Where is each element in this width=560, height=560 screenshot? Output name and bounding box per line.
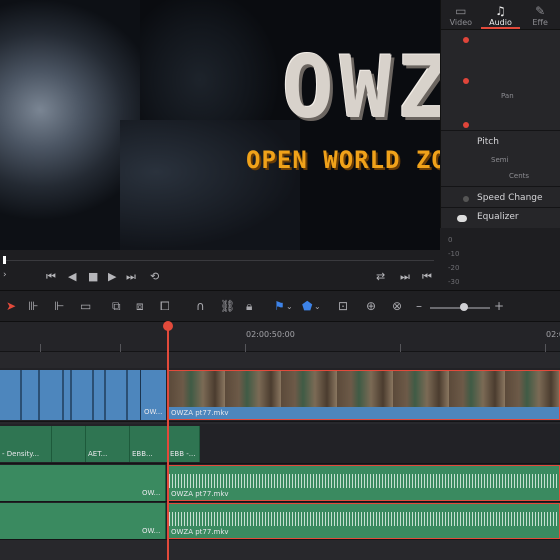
timecode-label-2: 02:0 — [546, 330, 560, 339]
stop-icon[interactable]: ■ — [88, 270, 98, 283]
video-frame-face — [0, 0, 300, 250]
video-clip-main-label: OWZA pt77.mkv — [171, 409, 229, 417]
overwrite-clip-icon[interactable]: ⧈ — [136, 299, 144, 314]
loop-icon[interactable]: ⟲ — [150, 270, 159, 283]
adjustment-clip-1[interactable]: - Density... — [0, 426, 52, 462]
timeline-playhead[interactable] — [167, 322, 169, 560]
audio-clip-a1-main-label: OWZA pt77.mkv — [171, 490, 229, 498]
marker-icon[interactable]: ⬟ — [302, 299, 312, 313]
semi-label: Semi — [491, 156, 509, 164]
eq-scale-10: -10 — [448, 250, 460, 258]
adjustment-clip-5[interactable]: EBB -... — [168, 426, 200, 462]
audio-clip-a1-main[interactable]: OWZA pt77.mkv — [168, 465, 560, 501]
adjustment-clip-4[interactable]: EBB... — [130, 426, 168, 462]
video-icon: ▭ — [455, 4, 467, 18]
zoom-out-button[interactable]: – — [416, 299, 422, 313]
snapping-icon[interactable]: ∩ — [196, 299, 205, 313]
next-marker-icon[interactable]: ⏭ — [400, 270, 410, 284]
tab-audio[interactable]: ♫ Audio — [480, 0, 521, 29]
adjustment-clip-5-label: EBB -... — [170, 450, 196, 458]
audio-clip-a2-left-label: OW... — [142, 527, 161, 535]
tab-video-label: Video — [449, 18, 473, 27]
audio-waveform-2 — [169, 512, 559, 526]
play-icon[interactable]: ▶ — [108, 270, 116, 283]
replace-clip-icon[interactable]: ⧠ — [160, 299, 170, 314]
play-reverse-icon[interactable]: ◀ — [68, 270, 76, 283]
match-frame-icon[interactable]: ⇄ — [376, 270, 385, 283]
pan-keyframe-dot[interactable] — [463, 78, 469, 84]
eq-scale-0: 0 — [448, 236, 453, 244]
audio-clip-a2-left[interactable]: OW... — [0, 503, 166, 539]
volume-keyframe-dot[interactable] — [463, 37, 469, 43]
playhead-handle[interactable] — [163, 321, 173, 331]
lock-icon[interactable]: 🔒︎ — [246, 299, 252, 314]
pan-label: Pan — [501, 92, 514, 100]
video-clip-short-label: OW... — [144, 408, 163, 416]
speed-change-label: Speed Change — [477, 193, 543, 203]
audio-clip-a2-main-label: OWZA pt77.mkv — [171, 528, 229, 536]
timecode-label: 02:00:50:00 — [246, 330, 295, 339]
tab-effects-label: Effe — [532, 18, 548, 27]
link-icon[interactable]: ⛓ — [220, 299, 235, 313]
insert-clip-icon[interactable]: ⧉ — [112, 299, 121, 314]
skip-to-start-icon[interactable]: ⏮ — [46, 270, 56, 284]
timeline-ruler[interactable]: 02:00:50:00 02:0 — [0, 322, 560, 352]
cents-label: Cents — [509, 172, 530, 180]
detail-zoom-icon[interactable]: ⊕ — [366, 299, 376, 313]
adjustment-clip-2[interactable] — [52, 426, 86, 462]
eq-scale-30: -30 — [448, 278, 460, 286]
scrub-playhead[interactable] — [3, 256, 6, 264]
timeline-toolbar: ➤ ⊪ ⊩ ▭ ⧉ ⧈ ⧠ ∩ ⛓ 🔒︎ ⚑ ⌄ ⬟ ⌄ ⊡ ⊕ ⊗ – + — [0, 290, 560, 322]
adjustment-clip-4-label: EBB... — [132, 450, 153, 458]
adjustment-clip-3-label: AET... — [88, 450, 108, 458]
pitch-label: Pitch — [477, 137, 499, 147]
video-editor-window: OWZA OPEN WORLD ZOMBIE APOC ▭ Video ♫ Au… — [0, 0, 560, 560]
audio-clip-a1-left[interactable]: OW... — [0, 465, 166, 501]
pitch-keyframe-dot[interactable] — [463, 122, 469, 128]
prev-marker-icon[interactable]: ⏮ — [422, 270, 432, 284]
blade-tool-icon[interactable]: ▭ — [80, 299, 91, 313]
chevron-right-icon[interactable]: › — [3, 270, 7, 280]
inspector-tabs: ▭ Video ♫ Audio ✎ Effe — [441, 0, 560, 30]
tab-audio-label: Audio — [489, 18, 512, 27]
zoom-in-button[interactable]: + — [494, 299, 504, 313]
effects-icon: ✎ — [535, 4, 546, 18]
video-clip-main[interactable]: OWZA pt77.mkv — [168, 370, 560, 420]
trim-tool-icon[interactable]: ⊪ — [28, 299, 38, 313]
video-clip-short[interactable]: OW... — [140, 370, 166, 420]
adjustment-clip-1-label: - Density... — [2, 450, 40, 458]
zoom-slider-knob[interactable] — [460, 303, 468, 311]
preview-viewer[interactable]: OWZA OPEN WORLD ZOMBIE APOC — [0, 0, 440, 250]
eq-scale-20: -20 — [448, 264, 460, 272]
flag-dropdown-chevron-icon[interactable]: ⌄ — [286, 302, 293, 311]
adjustment-clip-3[interactable]: AET... — [86, 426, 130, 462]
equalizer-label: Equalizer — [477, 212, 519, 222]
custom-zoom-icon[interactable]: ⊗ — [392, 299, 402, 313]
audio-clip-a1-left-label: OW... — [142, 489, 161, 497]
full-zoom-icon[interactable]: ⊡ — [338, 299, 348, 313]
marker-dropdown-chevron-icon[interactable]: ⌄ — [314, 302, 321, 311]
flag-icon[interactable]: ⚑ — [274, 299, 285, 313]
music-note-icon: ♫ — [495, 4, 506, 18]
audio-waveform — [169, 474, 559, 488]
transport-controls: › ⏮ ◀ ■ ▶ ⏭ ⟲ ⇄ ⏭ ⏮ — [0, 266, 440, 290]
tab-video[interactable]: ▭ Video — [441, 0, 481, 29]
dynamic-trim-icon[interactable]: ⊩ — [54, 299, 64, 313]
video-logo-text: OWZA — [282, 38, 440, 138]
tab-effects[interactable]: ✎ Effe — [520, 0, 560, 29]
video-clip-left[interactable] — [0, 370, 140, 420]
audio-clip-a2-main[interactable]: OWZA pt77.mkv — [168, 503, 560, 539]
timeline-panel[interactable]: 02:00:50:00 02:0 OW... OWZA pt77.mkv - D… — [0, 322, 560, 560]
skip-to-end-icon[interactable]: ⏭ — [126, 270, 136, 284]
clip-thumbnails — [169, 371, 559, 407]
video-subtitle-text: OPEN WORLD ZOMBIE APOC — [246, 146, 440, 174]
viewer-scrub-bar[interactable] — [0, 250, 440, 266]
selection-tool-icon[interactable]: ➤ — [6, 299, 16, 313]
